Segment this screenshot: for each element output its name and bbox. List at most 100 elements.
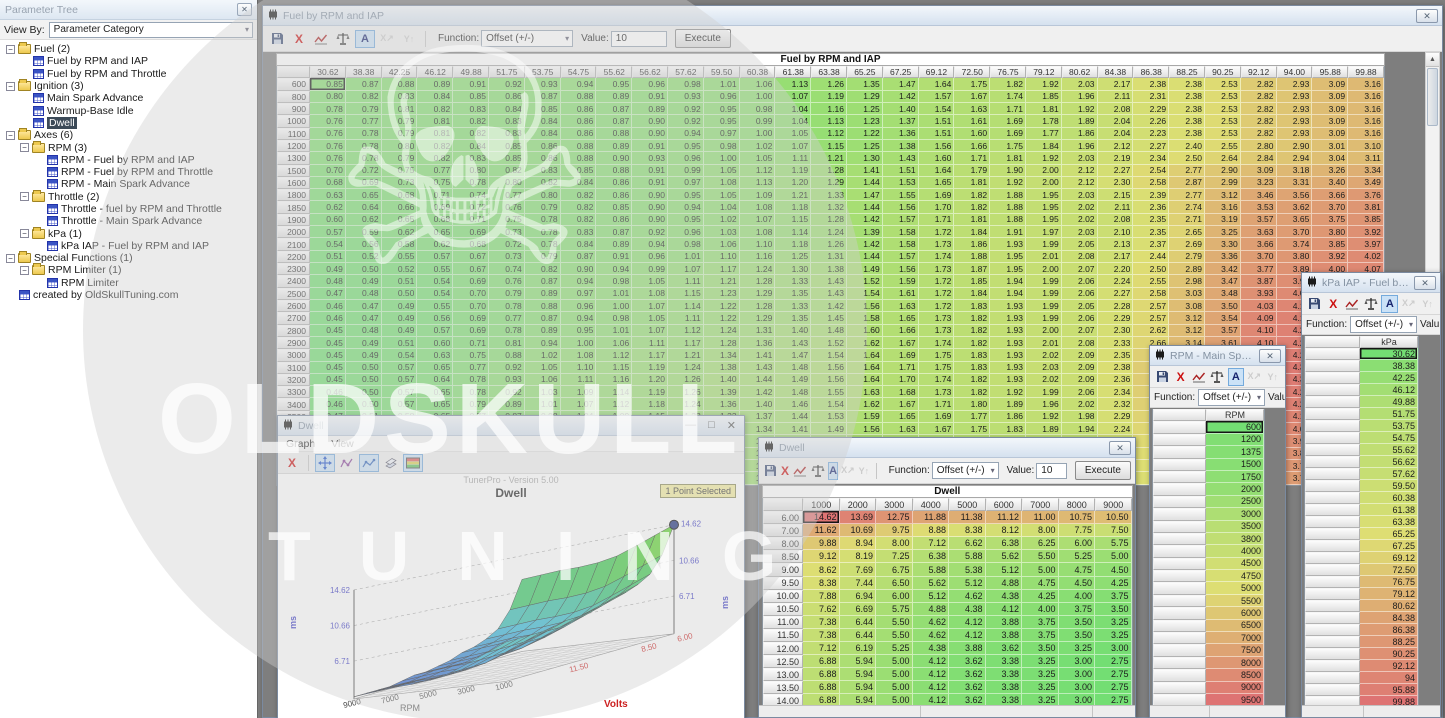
table-cell[interactable]: 1.21 xyxy=(775,189,811,201)
table-cell[interactable]: 1.69 xyxy=(919,189,955,201)
table-cell[interactable]: 2.03 xyxy=(1062,152,1098,164)
table-cell[interactable]: 2.55 xyxy=(1205,140,1241,152)
table-cell[interactable]: 0.49 xyxy=(346,349,382,361)
table-cell[interactable]: 0.67 xyxy=(453,251,489,263)
table-cell[interactable]: 0.50 xyxy=(346,398,382,410)
table-cell[interactable]: 0.78 xyxy=(489,300,525,312)
table-cell[interactable]: 0.93 xyxy=(489,374,525,386)
table-cell[interactable]: 0.89 xyxy=(596,238,632,250)
table-cell[interactable]: 2.08 xyxy=(1062,251,1098,263)
table-cell[interactable]: 0.64 xyxy=(417,374,453,386)
table-cell[interactable]: 4.12 xyxy=(949,629,986,642)
font-a-icon[interactable]: A xyxy=(828,462,838,480)
table-cell[interactable]: 0.73 xyxy=(382,177,418,189)
table-cell[interactable]: 2.84 xyxy=(1241,152,1277,164)
table-cell[interactable]: 3.00 xyxy=(1059,681,1096,694)
table-cell[interactable]: 1.83 xyxy=(954,362,990,374)
table-cell[interactable]: 0.73 xyxy=(489,226,525,238)
table-cell[interactable]: 1.68 xyxy=(883,386,919,398)
table-cell[interactable]: 1.81 xyxy=(954,177,990,189)
table-cell[interactable]: 0.95 xyxy=(668,189,704,201)
table-cell[interactable]: 0.97 xyxy=(704,128,740,140)
table-cell[interactable]: 1.35 xyxy=(775,288,811,300)
table-cell[interactable]: 0.49 xyxy=(346,337,382,349)
table-cell[interactable]: 0.86 xyxy=(596,189,632,201)
table-cell[interactable]: 1.24 xyxy=(668,398,704,410)
table-cell[interactable]: 3.57 xyxy=(1241,214,1277,226)
table-cell[interactable]: 1.20 xyxy=(632,374,668,386)
table-cell[interactable]: 3.25 xyxy=(1059,642,1096,655)
table-cell[interactable]: 2.02 xyxy=(1062,398,1098,410)
table-cell[interactable]: 2.93 xyxy=(1277,91,1313,103)
table-cell[interactable]: 5.88 xyxy=(949,550,986,563)
table-cell[interactable]: 1.33 xyxy=(811,189,847,201)
table-cell[interactable]: 1.16 xyxy=(740,251,776,263)
y-axis-icon[interactable]: Y↑ xyxy=(399,30,419,48)
table-cell[interactable]: 0.47 xyxy=(346,312,382,324)
table-cell[interactable]: 1.03 xyxy=(704,226,740,238)
axis-cell[interactable]: 5500 xyxy=(1206,595,1264,607)
table-cell[interactable]: 3.77 xyxy=(1241,263,1277,275)
table-cell[interactable]: 5.94 xyxy=(840,655,877,668)
axis-cell[interactable]: 54.75 xyxy=(1360,432,1418,444)
table-cell[interactable]: 0.70 xyxy=(453,300,489,312)
table-cell[interactable]: 0.68 xyxy=(417,214,453,226)
table-cell[interactable]: 1.02 xyxy=(740,140,776,152)
table-cell[interactable]: 1.55 xyxy=(811,386,847,398)
table-cell[interactable]: 0.79 xyxy=(382,152,418,164)
table-cell[interactable]: 1.07 xyxy=(632,300,668,312)
table-cell[interactable]: 1.06 xyxy=(740,78,776,90)
axis-cell[interactable]: 2000 xyxy=(1206,483,1264,495)
table-cell[interactable]: 1.70 xyxy=(883,374,919,386)
table-cell[interactable]: 0.60 xyxy=(310,214,346,226)
table-cell[interactable]: 1.75 xyxy=(954,423,990,435)
table-cell[interactable]: 2.58 xyxy=(1133,288,1169,300)
table-cell[interactable]: 1.01 xyxy=(596,325,632,337)
maximize-icon[interactable]: □ xyxy=(708,419,715,432)
table-cell[interactable]: 1.42 xyxy=(883,91,919,103)
table-cell[interactable]: 3.26 xyxy=(1312,165,1348,177)
table-cell[interactable]: 0.45 xyxy=(310,337,346,349)
table-cell[interactable]: 0.91 xyxy=(632,91,668,103)
table-cell[interactable]: 1.40 xyxy=(740,398,776,410)
table-cell[interactable]: 3.70 xyxy=(1241,251,1277,263)
table-cell[interactable]: 1.11 xyxy=(668,312,704,324)
table-cell[interactable]: 1.99 xyxy=(1026,288,1062,300)
line-chart-icon[interactable] xyxy=(337,454,357,472)
table-cell[interactable]: 1.12 xyxy=(596,349,632,361)
table-cell[interactable]: 0.68 xyxy=(382,189,418,201)
table-cell[interactable]: 1.07 xyxy=(668,263,704,275)
tree-item[interactable]: RPM Limiter xyxy=(2,277,257,289)
close-icon[interactable]: ✕ xyxy=(237,3,252,16)
table-cell[interactable]: 3.25 xyxy=(1095,629,1132,642)
table-cell[interactable]: 1.96 xyxy=(1062,91,1098,103)
table-cell[interactable]: 8.88 xyxy=(913,524,950,537)
table-cell[interactable]: 1.41 xyxy=(847,165,883,177)
table-cell[interactable]: 0.90 xyxy=(632,115,668,127)
table-cell[interactable]: 2.34 xyxy=(1133,152,1169,164)
table-cell[interactable]: 1.75 xyxy=(990,140,1026,152)
table-cell[interactable]: 0.96 xyxy=(632,78,668,90)
table-cell[interactable]: 1.44 xyxy=(847,251,883,263)
axis-cell[interactable]: 4750 xyxy=(1206,570,1264,582)
table-cell[interactable]: 2.03 xyxy=(1062,189,1098,201)
table-cell[interactable]: 1.17 xyxy=(704,263,740,275)
table-cell[interactable]: 2.53 xyxy=(1205,128,1241,140)
table-cell[interactable]: 0.82 xyxy=(525,177,561,189)
table-cell[interactable]: 1.51 xyxy=(919,128,955,140)
table-cell[interactable]: 12.75 xyxy=(876,511,913,524)
table-cell[interactable]: 1.48 xyxy=(775,386,811,398)
table-cell[interactable]: 1.57 xyxy=(919,91,955,103)
table-cell[interactable]: 4.88 xyxy=(913,603,950,616)
tree-item[interactable]: RPM - Fuel by RPM and IAP xyxy=(2,154,257,166)
table-cell[interactable]: 4.75 xyxy=(1022,577,1059,590)
close-icon[interactable]: ✕ xyxy=(1416,9,1438,23)
table-cell[interactable]: 5.62 xyxy=(913,577,950,590)
table-cell[interactable]: 1.92 xyxy=(1026,152,1062,164)
axis-cell[interactable]: 86.38 xyxy=(1360,624,1418,636)
table-cell[interactable]: 3.12 xyxy=(1169,312,1205,324)
table-cell[interactable]: 3.36 xyxy=(1205,251,1241,263)
table-cell[interactable]: 2.93 xyxy=(1277,103,1313,115)
table-cell[interactable]: 0.81 xyxy=(417,115,453,127)
table-cell[interactable]: 1.01 xyxy=(668,251,704,263)
